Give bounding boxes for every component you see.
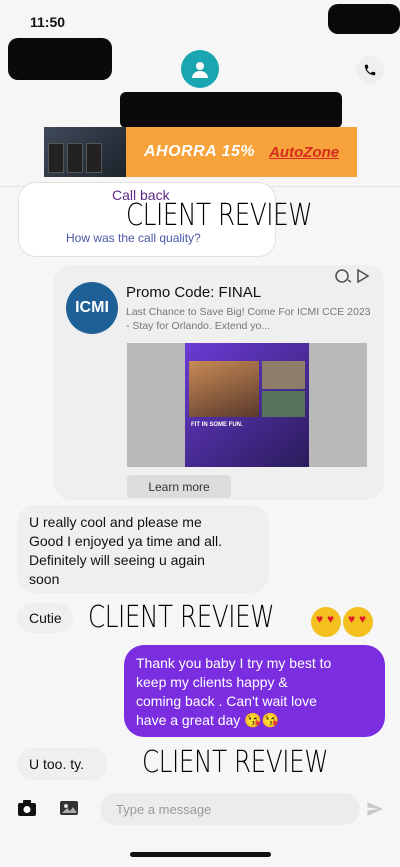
phone-icon bbox=[364, 64, 376, 76]
gallery-button[interactable] bbox=[58, 797, 80, 819]
message-line: U really cool and please me bbox=[29, 514, 202, 530]
message-input[interactable] bbox=[100, 793, 360, 825]
gallery-icon bbox=[60, 801, 78, 815]
camera-button[interactable] bbox=[16, 797, 38, 819]
promo-description: Last Chance to Save Big! Come For ICMI C… bbox=[126, 306, 371, 332]
outgoing-message[interactable]: Thank you baby I try my best to keep my … bbox=[124, 645, 385, 737]
camera-icon bbox=[18, 800, 36, 816]
contact-avatar[interactable] bbox=[181, 50, 219, 88]
redaction-top-right bbox=[328, 4, 400, 34]
send-button[interactable] bbox=[364, 798, 386, 820]
message-line: coming back . Can't wait love bbox=[136, 693, 317, 709]
review-overlay-1: CLIENT REVIEW bbox=[126, 198, 313, 233]
banner-promo-text: AHORRA 15% bbox=[144, 143, 256, 160]
home-indicator bbox=[130, 852, 271, 857]
promo-image-content: FIT IN SOME FUN. bbox=[185, 343, 309, 467]
message-line: Definitely will seeing u again bbox=[29, 552, 205, 568]
status-time: 11:50 bbox=[30, 14, 66, 30]
message-text: U too. ty. bbox=[29, 756, 84, 772]
message-line: keep my clients happy & bbox=[136, 674, 288, 690]
promo-title: Promo Code: FINAL bbox=[126, 284, 262, 301]
incoming-message[interactable]: U too. ty. bbox=[17, 748, 107, 780]
review-overlay-3: CLIENT REVIEW bbox=[142, 745, 329, 780]
promo-image[interactable]: FIT IN SOME FUN. bbox=[127, 343, 367, 467]
icmi-logo: ICMI bbox=[66, 282, 118, 334]
heart-eyes-emoji-icon bbox=[343, 607, 373, 637]
redaction-top-left bbox=[8, 38, 112, 80]
promo-image-caption: FIT IN SOME FUN. bbox=[191, 422, 243, 428]
incoming-message[interactable]: U really cool and please me Good I enjoy… bbox=[17, 505, 269, 593]
banner-brand-logo: AutoZone bbox=[269, 143, 340, 161]
incoming-message[interactable]: Cutie bbox=[17, 603, 73, 633]
message-text: Cutie bbox=[29, 610, 62, 626]
call-button[interactable] bbox=[356, 56, 384, 84]
promo-actions[interactable] bbox=[334, 268, 370, 287]
review-overlay-2: CLIENT REVIEW bbox=[88, 600, 275, 635]
send-icon bbox=[367, 802, 384, 816]
callback-subtitle: How was the call quality? bbox=[66, 231, 201, 245]
message-line: have a great day 😘😘 bbox=[136, 712, 280, 728]
message-line: Good I enjoyed ya time and all. bbox=[29, 533, 223, 549]
redaction-contact-name bbox=[120, 92, 342, 128]
learn-more-button[interactable]: Learn more bbox=[127, 475, 231, 498]
person-icon bbox=[192, 62, 208, 78]
banner-image bbox=[44, 127, 126, 177]
message-line: Thank you baby I try my best to bbox=[136, 655, 332, 671]
ad-banner[interactable]: AHORRA 15% AutoZone bbox=[44, 127, 357, 177]
message-line: soon bbox=[29, 571, 60, 587]
heart-eyes-emoji-icon bbox=[311, 607, 341, 637]
chat-share-icon[interactable] bbox=[334, 268, 370, 284]
